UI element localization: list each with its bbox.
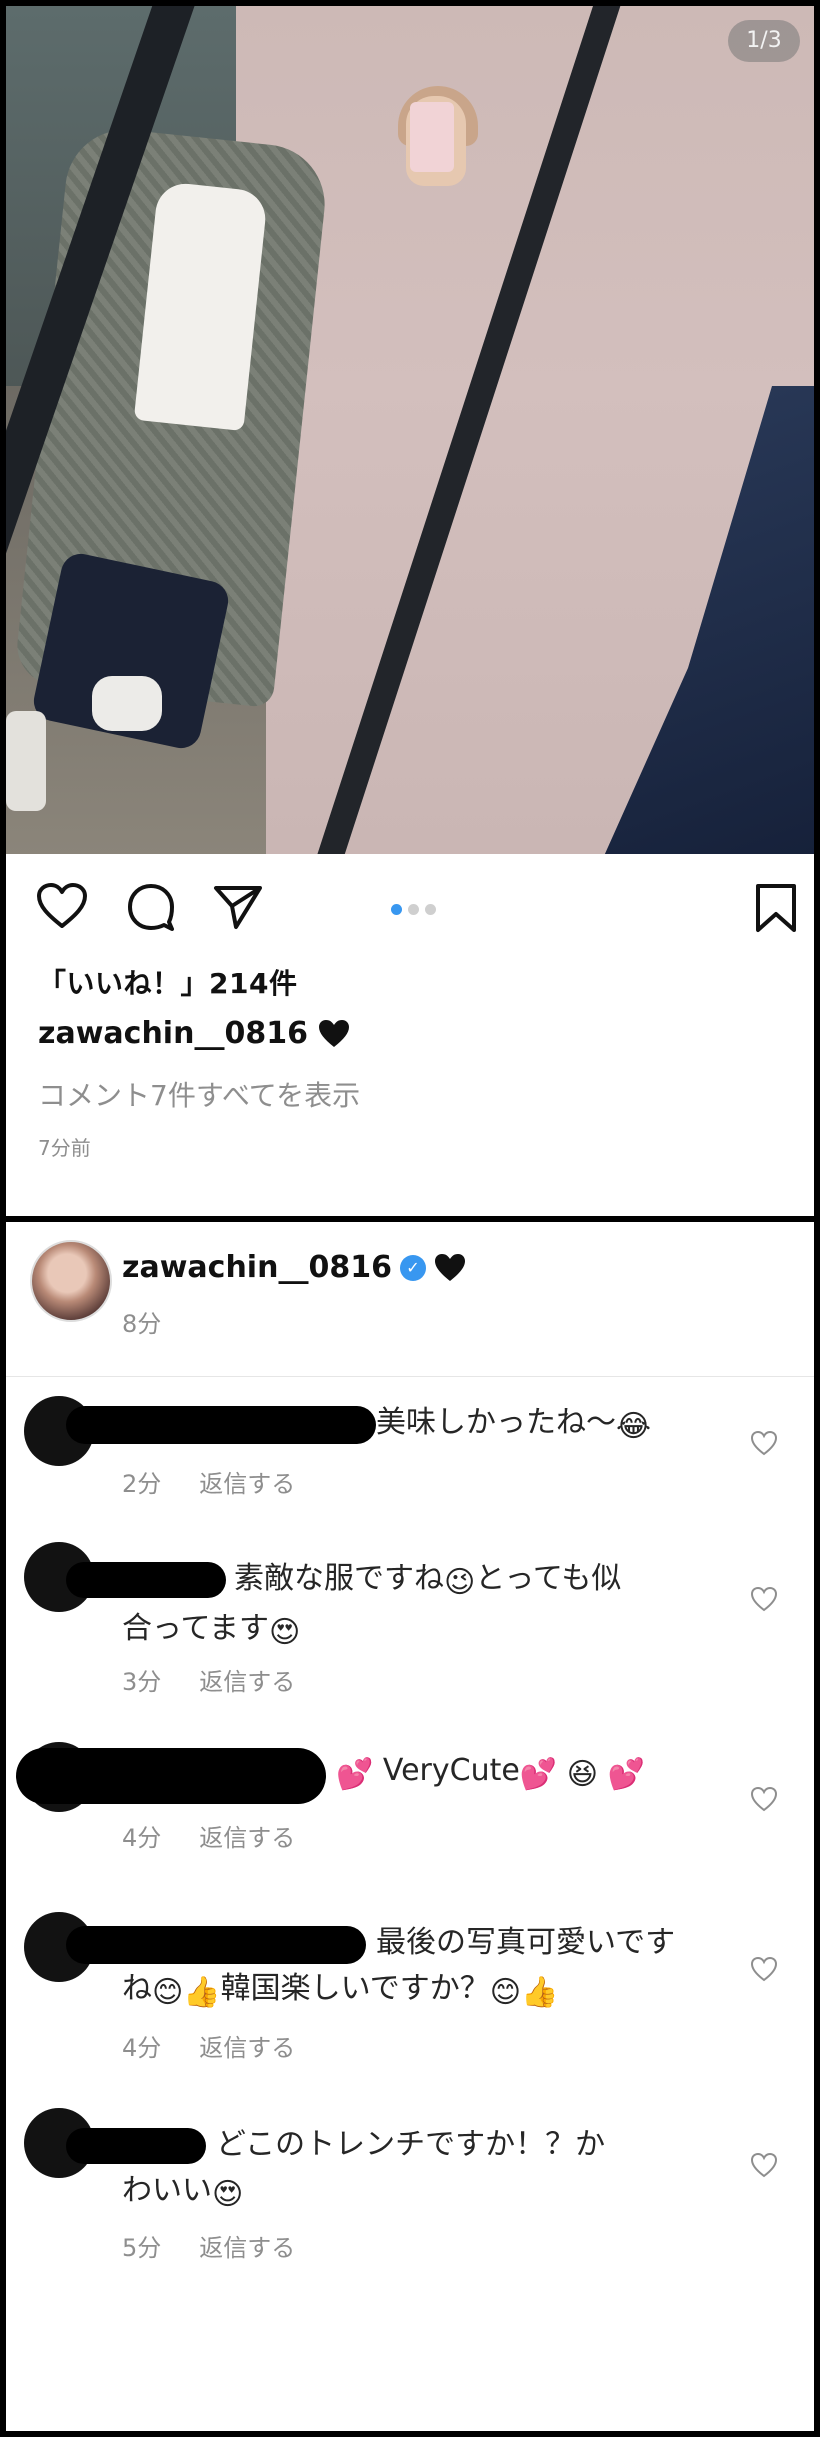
- reply-button[interactable]: 返信する: [199, 1818, 295, 1853]
- two-hearts-emoji: 💕: [607, 1757, 645, 1792]
- heart-icon[interactable]: [36, 882, 88, 930]
- verified-badge-icon: ✓: [399, 1254, 426, 1281]
- heart-eyes-emoji: 😍: [269, 1615, 301, 1650]
- smile-emoji: 😊: [489, 1975, 522, 2010]
- comment-time: 4分: [122, 1824, 162, 1852]
- comment-meta: 2分 返信する: [122, 1464, 295, 1499]
- redacted-username: [66, 1406, 376, 1444]
- comment-icon[interactable]: [126, 882, 176, 932]
- smile-emoji: 😊: [152, 1975, 184, 2010]
- like-heart-icon[interactable]: [750, 2152, 778, 2178]
- black-heart-emoji: [318, 1019, 349, 1047]
- view-all-comments-link[interactable]: コメント7件すべてを表示: [38, 1074, 360, 1114]
- author-timestamp: 8分: [122, 1310, 162, 1338]
- comment-time: 5分: [122, 2234, 162, 2262]
- comments-panel: zawachin__0816 ✓ 8分 美味しかったね〜😂 2分 返信する 素敵…: [6, 1222, 814, 2431]
- like-heart-icon[interactable]: [750, 1786, 778, 1812]
- redacted-username: [16, 1748, 326, 1804]
- comment-meta: 4分 返信する: [122, 1818, 295, 1853]
- comment-time: 2分: [122, 1470, 162, 1498]
- comment-text: 美味しかったね〜😂: [376, 1400, 814, 1450]
- comment-text: どこのトレンチですか！？か わいい😍: [122, 2122, 702, 2218]
- comment-time: 3分: [122, 1668, 162, 1696]
- comment-text: 素敵な服ですね😉とっても似 合ってます😍: [122, 1556, 702, 1656]
- wink-emoji: 😉: [444, 1565, 476, 1600]
- thumbs-up-emoji: 👍: [521, 1975, 559, 2010]
- comment-meta: 3分 返信する: [122, 1662, 295, 1697]
- carousel-dot-active: [391, 904, 402, 915]
- comment-meta: 5分 返信する: [122, 2228, 295, 2263]
- carousel-dot: [425, 904, 436, 915]
- comment-time: 4分: [122, 2034, 162, 2062]
- author-username[interactable]: zawachin__0816: [122, 1250, 392, 1285]
- post-panel: 1/3 「いいね！」214件 zawachin__0816 コメント7件すべてを…: [6, 6, 814, 1216]
- author-row: zawachin__0816 ✓: [122, 1250, 466, 1285]
- like-heart-icon[interactable]: [750, 1430, 778, 1456]
- caption: zawachin__0816: [38, 1016, 350, 1051]
- reply-button[interactable]: 返信する: [199, 2028, 295, 2063]
- reply-button[interactable]: 返信する: [199, 2228, 295, 2263]
- two-hearts-emoji: 💕: [336, 1757, 374, 1792]
- carousel-indicator: [391, 904, 436, 918]
- thumbs-up-emoji: 👍: [183, 1975, 221, 2010]
- reply-button[interactable]: 返信する: [199, 1662, 295, 1697]
- like-heart-icon[interactable]: [750, 1586, 778, 1612]
- black-heart-emoji: [434, 1253, 465, 1281]
- joy-emoji: 😂: [616, 1409, 652, 1444]
- two-hearts-emoji: 💕: [519, 1757, 558, 1792]
- carousel-dot: [408, 904, 419, 915]
- likes-count[interactable]: 「いいね！」214件: [38, 962, 297, 1002]
- divider: [6, 1376, 814, 1377]
- post-photo[interactable]: 1/3: [6, 6, 814, 854]
- post-timestamp: 7分前: [38, 1136, 91, 1160]
- comment-meta: 4分 返信する: [122, 2028, 295, 2063]
- image-counter: 1/3: [728, 20, 800, 62]
- laughing-emoji: 😆: [566, 1757, 599, 1792]
- comment-text: 最後の写真可愛いです ね😊👍韓国楽しいですか？😊👍: [122, 1920, 702, 2016]
- bookmark-icon[interactable]: [754, 882, 798, 934]
- avatar[interactable]: [30, 1240, 112, 1322]
- share-icon[interactable]: [212, 884, 264, 930]
- heart-eyes-emoji: 😍: [212, 2177, 244, 2212]
- comment-text: 💕 VeryCute💕 😆 💕: [336, 1748, 814, 1798]
- like-heart-icon[interactable]: [750, 1956, 778, 1982]
- caption-username[interactable]: zawachin__0816: [38, 1016, 308, 1051]
- reply-button[interactable]: 返信する: [199, 1464, 295, 1499]
